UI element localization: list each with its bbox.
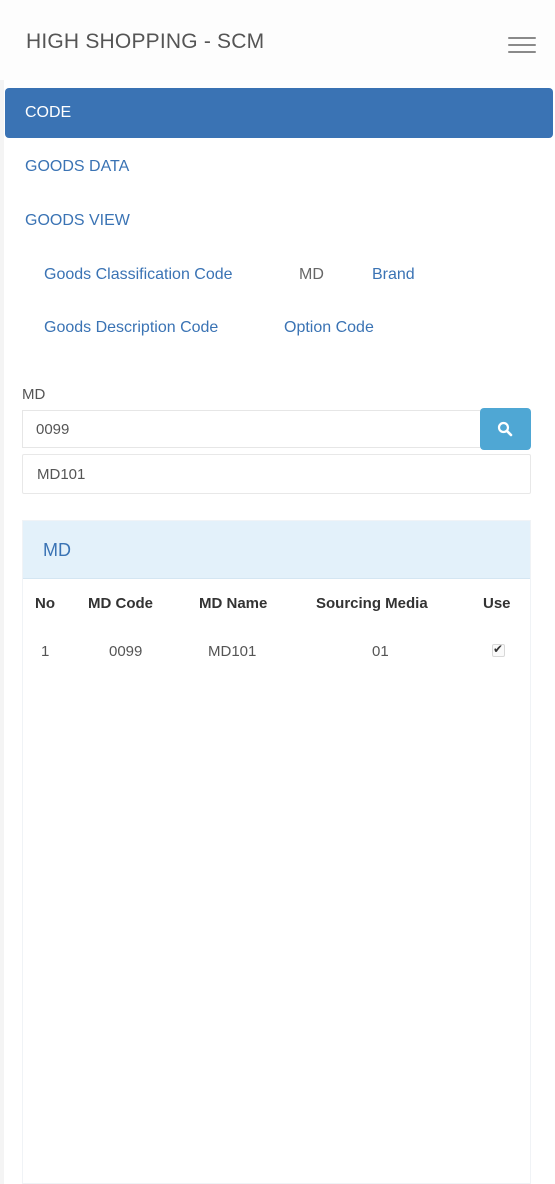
nav-item-goods-view[interactable]: GOODS VIEW [25, 212, 130, 230]
nav-item-goods-data[interactable]: GOODS DATA [25, 158, 129, 176]
app-title: HIGH SHOPPING - SCM [26, 30, 265, 53]
md-field-label: MD [22, 386, 46, 403]
sub-nav-brand[interactable]: Brand [372, 266, 415, 284]
search-icon [497, 421, 513, 437]
left-edge-strip [0, 0, 4, 1184]
panel-title: MD [43, 540, 71, 560]
column-header-use[interactable]: Use [483, 595, 511, 612]
cell-sourcing-media: 01 [372, 643, 389, 660]
sub-nav-goods-description-code[interactable]: Goods Description Code [44, 319, 218, 337]
panel-heading: MD [23, 521, 530, 579]
nav-item-code[interactable]: CODE [5, 88, 553, 138]
md-panel: MD [22, 520, 531, 1184]
cell-md-code: 0099 [109, 643, 143, 660]
search-button[interactable] [480, 408, 531, 450]
sub-nav-option-code[interactable]: Option Code [284, 319, 374, 337]
column-header-md-name[interactable]: MD Name [199, 595, 267, 612]
column-header-sourcing-media[interactable]: Sourcing Media [316, 595, 428, 612]
cell-md-name: MD101 [208, 643, 257, 660]
column-header-no[interactable]: No [35, 595, 55, 612]
hamburger-icon[interactable] [506, 31, 540, 57]
cell-no: 1 [41, 643, 50, 660]
sub-nav-md[interactable]: MD [299, 266, 324, 284]
checkmark-icon: ✔ [493, 642, 504, 656]
use-checkbox[interactable]: ✔ [492, 642, 505, 657]
top-navbar: HIGH SHOPPING - SCM [0, 0, 555, 80]
md-code-input[interactable] [22, 410, 480, 448]
column-header-md-code[interactable]: MD Code [88, 595, 153, 612]
md-name-input[interactable] [22, 454, 531, 494]
sub-nav-goods-classification-code[interactable]: Goods Classification Code [44, 266, 233, 284]
